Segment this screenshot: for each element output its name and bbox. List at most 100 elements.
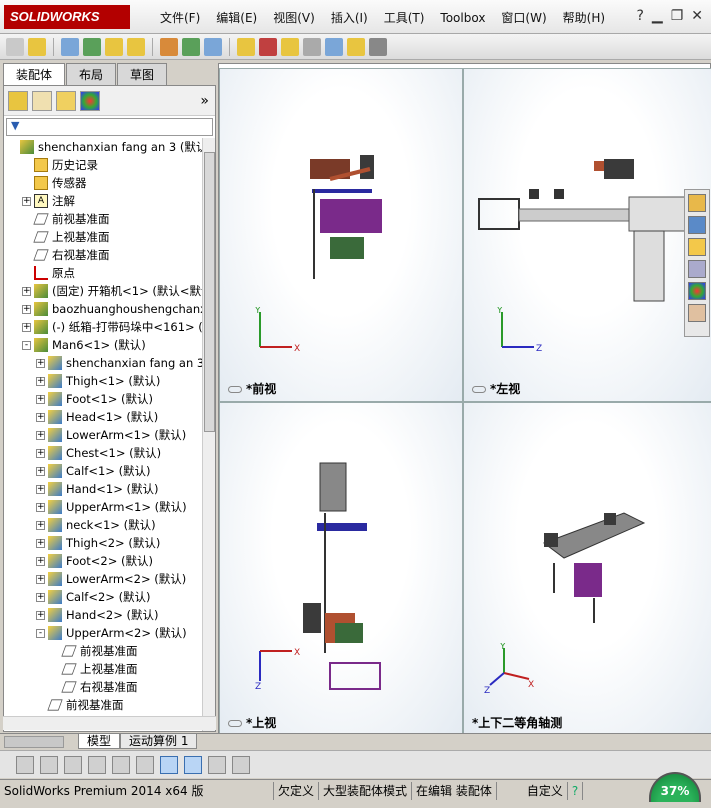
menu-insert[interactable]: 插入(I) [323,9,376,27]
hatch-icon[interactable] [112,755,130,774]
menu-toolbox[interactable]: Toolbox [432,9,493,27]
tree-item[interactable]: + Chest<1> (默认) [4,444,203,462]
scroll-thumb[interactable] [204,152,215,432]
expand-icon[interactable]: + [36,466,45,476]
clearance-icon[interactable] [347,37,365,56]
expand-icon[interactable]: + [36,520,45,530]
graphics-area[interactable]: 🔍 ▤ ◫ ▣ ◈ ● ◐ Y X *前视 [218,63,711,736]
new-motion-study-icon[interactable] [237,37,255,56]
expand-icon[interactable]: + [36,592,45,602]
tree-item[interactable]: + neck<1> (默认) [4,516,203,534]
viewport-left[interactable]: Y Z *左视 [463,68,711,402]
move-component-icon[interactable] [127,37,145,56]
exploded-view-icon[interactable] [281,37,299,56]
tree-item[interactable]: + Thigh<2> (默认) [4,534,203,552]
menu-help[interactable]: 帮助(H) [555,9,613,27]
help-icon[interactable]: ? [568,782,584,800]
tree-item[interactable]: - Man6<1> (默认) [4,336,203,354]
tree-item[interactable]: 右视基准面 [4,678,203,696]
view-palette-icon[interactable] [688,260,706,278]
status-units[interactable]: 自定义 [497,782,568,800]
appearances-icon[interactable] [688,282,706,300]
configuration-manager-icon[interactable] [56,90,76,111]
tree-item[interactable]: + shenchanxian fang an 3 [4,354,203,372]
link-views-icon[interactable] [232,755,250,774]
tree-item[interactable]: + Thigh<1> (默认) [4,372,203,390]
tree-item[interactable]: + A 注解 [4,192,203,210]
show-hidden-icon[interactable] [160,37,178,56]
file-explorer-icon[interactable] [688,238,706,256]
tree-item[interactable]: 原点 [4,264,203,282]
viewport-front[interactable]: Y X *前视 [219,68,463,402]
tab-navigation[interactable] [4,735,64,748]
expand-icon[interactable]: + [36,358,45,368]
single-view-icon[interactable] [160,755,178,774]
collapse-icon[interactable]: - [22,340,31,350]
sketch-icon[interactable] [40,755,58,774]
expand-icon[interactable]: + [22,304,31,314]
tree-item[interactable]: + (-) 纸箱-打带码垛中<161> (默 [4,318,203,336]
viewport-top[interactable]: Z X *上视 [219,402,463,736]
property-manager-icon[interactable] [32,90,52,111]
tree-item[interactable]: + UpperArm<1> (默认) [4,498,203,516]
close-icon[interactable]: ✕ [691,8,703,24]
menu-view[interactable]: 视图(V) [265,9,323,27]
help-icon[interactable]: ? [636,8,643,24]
tree-item[interactable]: + baozhuanghoushengchanxian< [4,300,203,318]
expand-icon[interactable]: + [36,430,45,440]
minimize-icon[interactable]: ▁ [652,8,663,24]
link-icon[interactable] [228,386,242,393]
tree-scrollbar[interactable] [202,138,215,731]
tree-item[interactable]: 前视基准面 [4,642,203,660]
expand-icon[interactable]: + [36,376,45,386]
resources-icon[interactable] [688,194,706,212]
tree-item[interactable]: + LowerArm<1> (默认) [4,426,203,444]
reference-geometry-icon[interactable] [204,37,222,56]
tree-item[interactable]: 传感器 [4,174,203,192]
rebuild-icon[interactable] [16,755,34,774]
filter-field[interactable]: ▼ [6,118,213,136]
tree-item[interactable]: + (固定) 开箱机<1> (默认<默认 [4,282,203,300]
tree-item[interactable]: + Foot<1> (默认) [4,390,203,408]
tree-item[interactable]: + Calf<1> (默认) [4,462,203,480]
menu-edit[interactable]: 编辑(E) [208,9,265,27]
expand-icon[interactable]: + [36,448,45,458]
explode-line-icon[interactable] [303,37,321,56]
open-icon[interactable] [28,37,46,56]
design-library-icon[interactable] [688,216,706,234]
tree-item[interactable]: 前视基准面 [4,210,203,228]
tree-item[interactable]: - UpperArm<2> (默认) [4,624,203,642]
collapse-icon[interactable]: - [36,628,45,638]
expand-icon[interactable]: + [36,412,45,422]
tree-item[interactable]: + Foot<2> (默认) [4,552,203,570]
tab-layout[interactable]: 布局 [66,63,117,85]
expand-icon[interactable]: + [36,502,45,512]
viewport-isometric[interactable]: Y X Z *上下二等角轴测 [463,402,711,736]
expand-icon[interactable]: + [22,286,31,296]
expand-icon[interactable]: + [22,196,31,206]
tree-item[interactable]: + Hand<2> (默认) [4,606,203,624]
expand-icon[interactable]: + [36,556,45,566]
feature-manager-icon[interactable] [8,90,28,111]
smart-dimension-icon[interactable] [64,755,82,774]
two-view-icon[interactable] [208,755,226,774]
tree-item[interactable]: 历史记录 [4,156,203,174]
link-icon[interactable] [472,386,486,393]
tree-item[interactable]: 右视基准面 [4,246,203,264]
menu-file[interactable]: 文件(F) [152,9,208,27]
tree-item[interactable]: 上视基准面 [4,660,203,678]
pattern-icon[interactable] [105,37,123,56]
tree-item[interactable]: 前视基准面 [4,696,203,714]
tree-horizontal-scrollbar[interactable] [3,716,216,730]
new-icon[interactable] [6,37,24,56]
tree-item[interactable]: 上视基准面 [4,228,203,246]
expand-panel-icon[interactable]: » [200,93,209,109]
mate-icon[interactable] [83,37,101,56]
tree-item[interactable]: + Head<1> (默认) [4,408,203,426]
tree-item[interactable]: + Hand<1> (默认) [4,480,203,498]
menu-tools[interactable]: 工具(T) [376,9,433,27]
tab-sketch[interactable]: 草图 [117,63,168,85]
tree-item[interactable]: shenchanxian fang an 3 (默认< [4,138,203,156]
custom-properties-icon[interactable] [688,304,706,322]
tab-assembly[interactable]: 装配体 [3,63,66,85]
